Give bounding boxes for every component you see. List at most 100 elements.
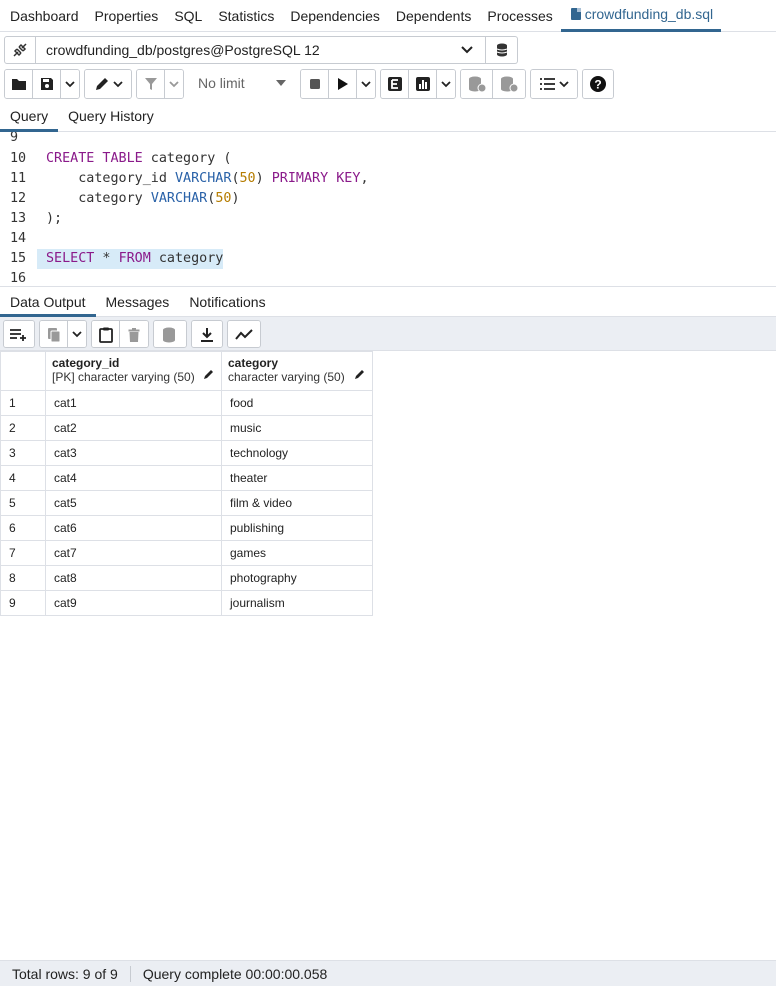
explain-icon [387,77,402,91]
column-header[interactable]: category_id [PK] character varying (50) [45,351,222,391]
tab-messages[interactable]: Messages [96,287,180,317]
commit-button[interactable] [461,70,493,98]
edit-options-button[interactable] [85,70,131,98]
copy-dropdown-button[interactable] [68,320,86,347]
table-row[interactable]: 2 cat2 music [0,415,373,441]
row-number[interactable]: 5 [0,490,46,516]
editor-line: 16 [0,269,776,285]
cell-category[interactable]: photography [221,565,373,591]
add-row-button[interactable] [4,320,34,347]
paste-delete-group [91,319,149,348]
column-header-content: category_id [PK] character varying (50) [52,356,215,384]
help-button[interactable]: ? [583,70,613,98]
cell-category[interactable]: journalism [221,590,373,616]
sql-editor[interactable]: 9 10 CREATE TABLE category ( 11 category… [0,132,776,285]
cell-category-id[interactable]: cat5 [45,490,222,516]
tab-dashboard[interactable]: Dashboard [0,0,87,32]
delete-button[interactable] [120,320,148,347]
line-number: 12 [10,191,27,206]
download-button[interactable] [192,320,222,347]
filter-dropdown-button[interactable] [165,70,183,98]
execute-button[interactable] [329,70,357,98]
tab-query[interactable]: Query [0,101,59,132]
table-row[interactable]: 5 cat5 film & video [0,490,373,516]
pencil-icon[interactable] [354,368,366,380]
copy-button[interactable] [40,320,68,347]
cell-category[interactable]: food [221,390,373,416]
cell-category[interactable]: music [221,415,373,441]
explain-analyze-button[interactable] [409,70,437,98]
table-row[interactable]: 1 cat1 food [0,390,373,416]
row-number[interactable]: 7 [0,540,46,566]
tab-dependents[interactable]: Dependents [388,0,480,32]
graph-visualiser-button[interactable] [228,320,260,347]
cell-category-id[interactable]: cat7 [45,540,222,566]
cell-category-id[interactable]: cat2 [45,415,222,441]
help-icon: ? [590,76,606,92]
database-save-icon [163,327,175,342]
row-number-header[interactable] [0,351,46,391]
tab-properties[interactable]: Properties [87,0,167,32]
save-data-button[interactable] [154,320,186,347]
execute-dropdown-button[interactable] [357,70,375,98]
table-row[interactable]: 9 cat9 journalism [0,590,373,616]
table-row[interactable]: 3 cat3 technology [0,440,373,466]
row-number[interactable]: 6 [0,515,46,541]
cell-category[interactable]: games [221,540,373,566]
tab-processes[interactable]: Processes [479,0,560,32]
save-button[interactable] [33,70,61,98]
tab-notifications[interactable]: Notifications [179,287,275,317]
table-row[interactable]: 7 cat7 games [0,540,373,566]
filter-button[interactable] [137,70,165,98]
caret-down-icon [276,80,286,86]
sql-keyword: CREATE TABLE [46,151,143,166]
rollback-button[interactable] [493,70,525,98]
row-number[interactable]: 9 [0,590,46,616]
tab-sql[interactable]: SQL [166,0,210,32]
sql-keyword: SELECT [46,251,95,266]
tab-dependencies[interactable]: Dependencies [282,0,388,32]
row-number[interactable]: 4 [0,465,46,491]
explain-button[interactable] [381,70,409,98]
column-header[interactable]: category character varying (50) [221,351,373,391]
explain-dropdown-button[interactable] [437,70,455,98]
cell-category[interactable]: film & video [221,490,373,516]
cell-category-id[interactable]: cat8 [45,565,222,591]
cell-category-id[interactable]: cat1 [45,390,222,416]
connection-select[interactable]: crowdfunding_db/postgres@PostgreSQL 12 [36,36,486,64]
table-row[interactable]: 6 cat6 publishing [0,515,373,541]
open-file-button[interactable] [5,70,33,98]
new-connection-button[interactable] [486,36,518,64]
sql-type: VARCHAR [150,191,208,206]
cell-category-id[interactable]: cat6 [45,515,222,541]
tab-query-file[interactable]: crowdfunding_db.sql [560,0,722,32]
tab-query-history[interactable]: Query History [58,101,164,132]
cell-category-id[interactable]: cat4 [45,465,222,491]
cell-category[interactable]: technology [221,440,373,466]
tab-data-output[interactable]: Data Output [0,287,96,317]
stop-button[interactable] [301,70,329,98]
connection-status-button[interactable] [4,36,36,64]
sql-keyword: PRIMARY KEY [271,171,361,186]
cell-category-id[interactable]: cat3 [45,440,222,466]
row-number[interactable]: 2 [0,415,46,441]
row-limit-select[interactable]: No limit [188,69,296,97]
cell-category[interactable]: theater [221,465,373,491]
paste-button[interactable] [92,320,120,347]
row-number[interactable]: 1 [0,390,46,416]
clipboard-icon [98,327,113,343]
macros-group [530,69,578,99]
table-row[interactable]: 8 cat8 photography [0,565,373,591]
pencil-icon[interactable] [203,368,215,380]
table-row[interactable]: 4 cat4 theater [0,465,373,491]
code-line: category_id VARCHAR(50) PRIMARY KEY, [37,169,368,189]
cell-category[interactable]: publishing [221,515,373,541]
tab-statistics[interactable]: Statistics [210,0,282,32]
cell-category-id[interactable]: cat9 [45,590,222,616]
macros-button[interactable] [531,70,577,98]
row-number[interactable]: 8 [0,565,46,591]
row-number[interactable]: 3 [0,440,46,466]
sql-number: 50 [239,171,256,186]
save-dropdown-button[interactable] [61,70,79,98]
